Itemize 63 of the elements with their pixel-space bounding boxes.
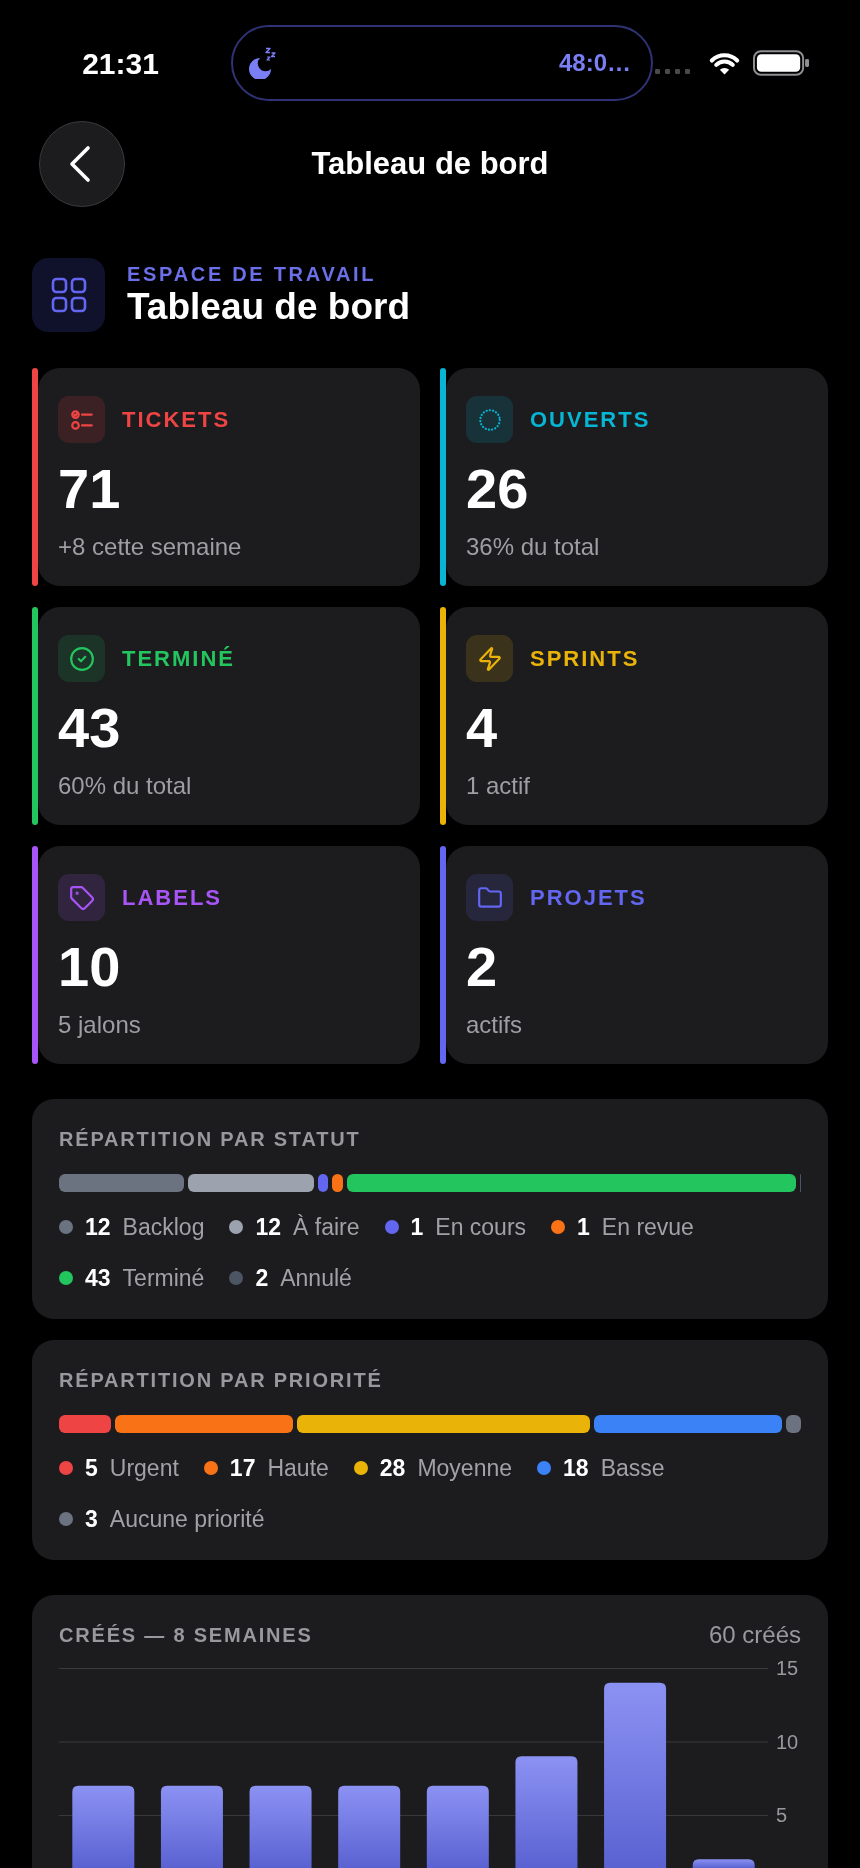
stat-label: SPRINTS (530, 644, 640, 673)
stat-note: actifs (466, 1010, 522, 1040)
workspace-title: Tableau de bord (127, 286, 410, 328)
legend-count: 1 (410, 1213, 424, 1242)
stat-note: +8 cette semaine (58, 532, 242, 562)
stat-note: 60% du total (58, 771, 192, 801)
stat-value: 43 (58, 700, 121, 756)
grid-icon (32, 258, 105, 332)
chevron-left-icon (69, 145, 91, 183)
stat-value: 26 (466, 461, 529, 517)
legend-label: Backlog (122, 1213, 205, 1242)
stat-note: 36% du total (466, 532, 600, 562)
legend-label: Terminé (122, 1264, 205, 1293)
stat-label: PROJETS (530, 883, 647, 912)
legend-label: À faire (293, 1213, 360, 1242)
stat-label: OUVERTS (530, 405, 651, 434)
section-eyebrow: ESPACE DE TRAVAIL (127, 262, 377, 286)
sleep-moon-icon (248, 47, 278, 79)
legend-label: En revue (601, 1213, 694, 1242)
activity-timer: 48:0… (558, 48, 631, 78)
legend-label: En cours (435, 1213, 527, 1242)
legend-label: Moyenne (417, 1454, 513, 1483)
stat-note: 1 actif (466, 771, 531, 801)
status-time: 21:31 (82, 45, 159, 82)
legend-label: Annulé (280, 1264, 352, 1293)
legend-label: Aucune priorité (109, 1505, 265, 1534)
axis-tick-label: 5 (776, 1804, 788, 1827)
legend-count: 12 (255, 1213, 281, 1242)
stat-value: 2 (466, 939, 498, 995)
chart-bar (692, 1859, 755, 1868)
tag-icon (58, 874, 105, 921)
stat-value: 71 (58, 461, 121, 517)
legend-label: Urgent (109, 1454, 179, 1483)
stat-value: 10 (58, 939, 121, 995)
lightning-icon (466, 635, 513, 682)
legend-count: 3 (85, 1505, 98, 1534)
stat-label: TICKETS (122, 405, 231, 434)
section-title: RÉPARTITION PAR PRIORITÉ (59, 1368, 384, 1392)
legend-count: 2 (255, 1264, 269, 1293)
legend-label: Basse (600, 1454, 665, 1483)
stat-note: 5 jalons (58, 1010, 141, 1040)
page-title: Tableau de bord (311, 144, 549, 183)
legend-count: 18 (563, 1454, 589, 1483)
stat-value: 4 (466, 700, 498, 756)
legend-count: 1 (577, 1213, 590, 1242)
legend-count: 5 (85, 1454, 98, 1483)
legend-count: 43 (85, 1264, 111, 1293)
chart-title: CRÉÉS — 8 SEMAINES (59, 1623, 313, 1647)
axis-tick-label: 10 (776, 1730, 799, 1753)
legend-label: Haute (267, 1454, 329, 1483)
folder-icon (466, 874, 513, 921)
legend-count: 12 (85, 1213, 111, 1242)
axis-tick-label: 15 (776, 1657, 799, 1679)
legend-count: 28 (379, 1454, 406, 1483)
stat-label: TERMINÉ (122, 644, 235, 673)
stat-label: LABELS (122, 883, 222, 912)
battery-icon (753, 50, 810, 76)
signal-icon (655, 68, 690, 74)
checklist-icon (58, 396, 105, 443)
section-title: RÉPARTITION PAR STATUT (59, 1127, 362, 1151)
chart-total: 60 créés (708, 1623, 801, 1647)
wifi-icon (708, 50, 741, 76)
legend-count: 17 (229, 1454, 256, 1483)
